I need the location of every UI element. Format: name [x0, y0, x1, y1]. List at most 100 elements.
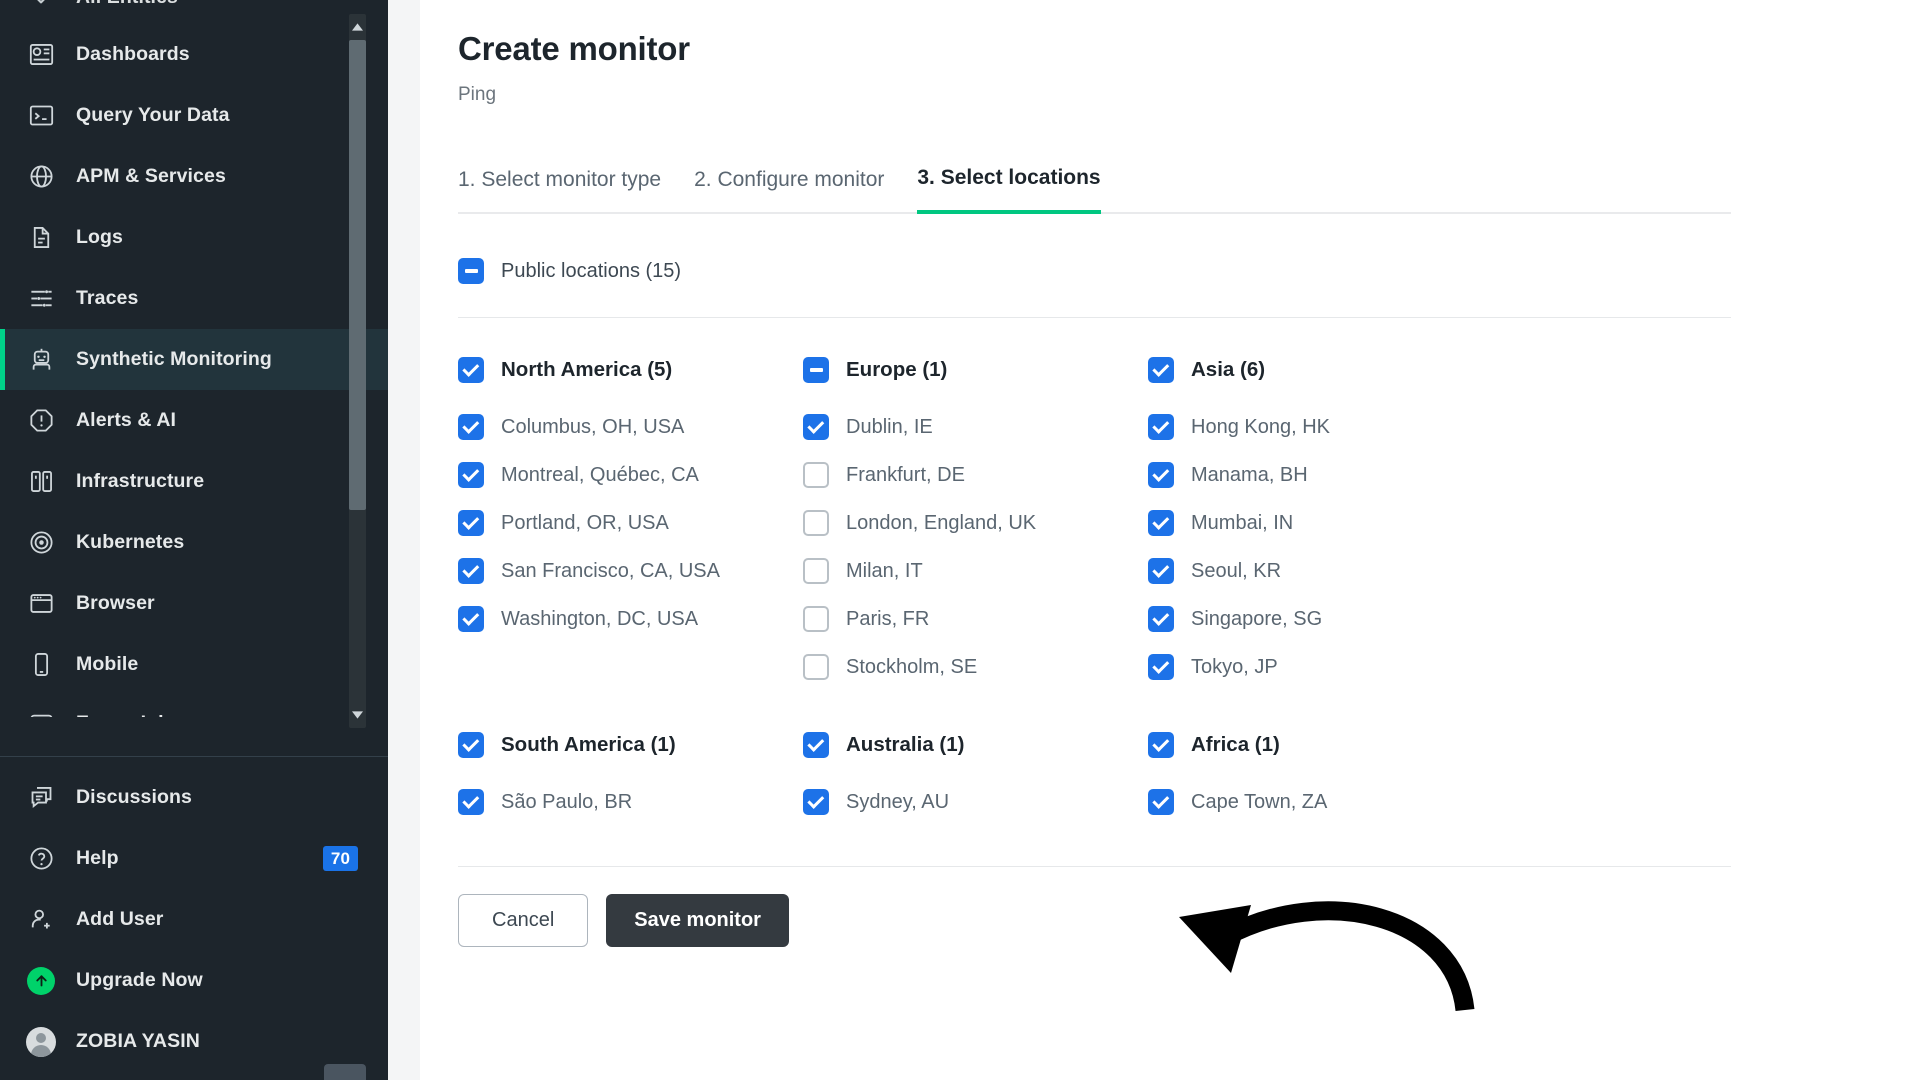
- sidebar-divider: [0, 756, 388, 757]
- location-checkbox[interactable]: [1148, 606, 1174, 632]
- group-checkbox-asia[interactable]: [1148, 357, 1174, 383]
- group-checkbox-europe[interactable]: [803, 357, 829, 383]
- cancel-button[interactable]: Cancel: [458, 894, 589, 947]
- location-row[interactable]: Dublin, IE: [803, 403, 1148, 451]
- location-label: Mumbai, IN: [1191, 511, 1294, 534]
- location-checkbox[interactable]: [1148, 558, 1174, 584]
- location-row[interactable]: Cape Town, ZA: [1148, 778, 1493, 826]
- location-checkbox[interactable]: [1148, 414, 1174, 440]
- location-row[interactable]: Seoul, KR: [1148, 547, 1493, 595]
- target-icon: [26, 528, 56, 558]
- sidebar-item-discussions[interactable]: Discussions: [0, 767, 388, 828]
- sidebar-item-label: Traces: [76, 286, 139, 309]
- location-row[interactable]: Hong Kong, HK: [1148, 403, 1493, 451]
- location-checkbox[interactable]: [458, 606, 484, 632]
- section-divider: [458, 317, 1731, 318]
- sidebar-scrollbar-thumb[interactable]: [349, 40, 366, 510]
- location-row[interactable]: London, England, UK: [803, 499, 1148, 547]
- location-checkbox[interactable]: [458, 789, 484, 815]
- location-row[interactable]: Tokyo, JP: [1148, 643, 1493, 691]
- location-row[interactable]: São Paulo, BR: [458, 778, 803, 826]
- location-checkbox[interactable]: [458, 414, 484, 440]
- sidebar-item-errors-inbox-partial[interactable]: Errors Inbox: [0, 695, 388, 717]
- sidebar-item-user-profile[interactable]: ZOBIA YASIN: [0, 1011, 388, 1072]
- mobile-phone-icon: [26, 650, 56, 680]
- tab-select-locations[interactable]: 3. Select locations: [917, 166, 1101, 214]
- sidebar-item-label: Browser: [76, 591, 155, 614]
- location-checkbox[interactable]: [803, 789, 829, 815]
- sidebar-item-dashboards[interactable]: Dashboards: [0, 24, 388, 85]
- sidebar-item-kubernetes[interactable]: Kubernetes: [0, 512, 388, 573]
- location-row[interactable]: Mumbai, IN: [1148, 499, 1493, 547]
- location-label: Portland, OR, USA: [501, 511, 669, 534]
- location-checkbox[interactable]: [458, 510, 484, 536]
- sidebar-item-synthetic-monitoring[interactable]: Synthetic Monitoring: [0, 329, 388, 390]
- location-label: Manama, BH: [1191, 463, 1308, 486]
- sidebar-corner-chip[interactable]: [324, 1064, 366, 1080]
- tab-select-monitor-type[interactable]: 1. Select monitor type: [458, 168, 661, 214]
- save-monitor-button[interactable]: Save monitor: [606, 894, 789, 947]
- group-header[interactable]: North America (5): [458, 357, 803, 383]
- sidebar-item-label: Help: [76, 846, 119, 869]
- location-checkbox[interactable]: [1148, 510, 1174, 536]
- traces-icon: [26, 284, 56, 314]
- sidebar-item-help[interactable]: Help 70: [0, 828, 388, 889]
- location-row[interactable]: Portland, OR, USA: [458, 499, 803, 547]
- group-label: Africa (1): [1191, 733, 1280, 756]
- sidebar-item-all-entities-partial[interactable]: All Entities: [0, 0, 388, 24]
- location-checkbox[interactable]: [458, 462, 484, 488]
- sidebar-item-upgrade-now[interactable]: Upgrade Now: [0, 950, 388, 1011]
- location-row[interactable]: San Francisco, CA, USA: [458, 547, 803, 595]
- sidebar-item-logs[interactable]: Logs: [0, 207, 388, 268]
- location-row[interactable]: Manama, BH: [1148, 451, 1493, 499]
- sidebar-item-mobile[interactable]: Mobile: [0, 634, 388, 695]
- sidebar-item-add-user[interactable]: Add User: [0, 889, 388, 950]
- sidebar-item-traces[interactable]: Traces: [0, 268, 388, 329]
- group-checkbox-north-america[interactable]: [458, 357, 484, 383]
- group-checkbox-south-america[interactable]: [458, 732, 484, 758]
- location-row[interactable]: Columbus, OH, USA: [458, 403, 803, 451]
- group-header[interactable]: South America (1): [458, 732, 803, 758]
- sidebar-scrollbar[interactable]: [349, 14, 366, 728]
- location-label: Paris, FR: [846, 607, 930, 630]
- public-locations-row[interactable]: Public locations (15): [458, 258, 1880, 284]
- location-checkbox[interactable]: [803, 606, 829, 632]
- group-checkbox-africa[interactable]: [1148, 732, 1174, 758]
- sidebar-item-browser[interactable]: Browser: [0, 573, 388, 634]
- location-row[interactable]: Singapore, SG: [1148, 595, 1493, 643]
- group-checkbox-australia[interactable]: [803, 732, 829, 758]
- group-header[interactable]: Europe (1): [803, 357, 1148, 383]
- location-checkbox[interactable]: [803, 558, 829, 584]
- location-checkbox[interactable]: [458, 558, 484, 584]
- tab-configure-monitor[interactable]: 2. Configure monitor: [694, 168, 884, 214]
- sidebar-item-infrastructure[interactable]: Infrastructure: [0, 451, 388, 512]
- location-checkbox[interactable]: [803, 414, 829, 440]
- sidebar-item-alerts-and-ai[interactable]: Alerts & AI: [0, 390, 388, 451]
- sidebar-item-label: Errors Inbox: [76, 713, 193, 717]
- group-header[interactable]: Africa (1): [1148, 732, 1493, 758]
- public-locations-checkbox[interactable]: [458, 258, 484, 284]
- sidebar-item-apm-and-services[interactable]: APM & Services: [0, 146, 388, 207]
- location-row[interactable]: Washington, DC, USA: [458, 595, 803, 643]
- location-checkbox[interactable]: [1148, 654, 1174, 680]
- location-checkbox[interactable]: [803, 510, 829, 536]
- group-header[interactable]: Australia (1): [803, 732, 1148, 758]
- location-checkbox[interactable]: [803, 462, 829, 488]
- scroll-down-arrow-icon[interactable]: [349, 702, 366, 728]
- location-row[interactable]: Stockholm, SE: [803, 643, 1148, 691]
- sidebar-item-query-your-data[interactable]: Query Your Data: [0, 85, 388, 146]
- location-row[interactable]: Montreal, Québec, CA: [458, 451, 803, 499]
- location-checkbox[interactable]: [803, 654, 829, 680]
- location-row[interactable]: Frankfurt, DE: [803, 451, 1148, 499]
- location-label: Sydney, AU: [846, 790, 950, 813]
- location-row[interactable]: Sydney, AU: [803, 778, 1148, 826]
- sidebar-item-label: Mobile: [76, 652, 139, 675]
- location-checkbox[interactable]: [1148, 789, 1174, 815]
- location-row[interactable]: Milan, IT: [803, 547, 1148, 595]
- location-row[interactable]: Paris, FR: [803, 595, 1148, 643]
- group-label: Europe (1): [846, 358, 948, 381]
- group-header[interactable]: Asia (6): [1148, 357, 1493, 383]
- sidebar-item-label: ZOBIA YASIN: [76, 1029, 200, 1052]
- scroll-up-arrow-icon[interactable]: [349, 14, 366, 40]
- location-checkbox[interactable]: [1148, 462, 1174, 488]
